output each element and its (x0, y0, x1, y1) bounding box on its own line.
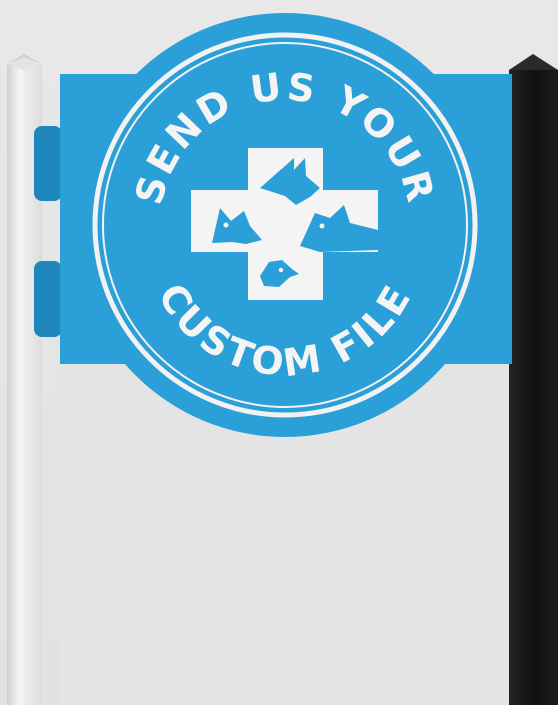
sign-mockup-illustration: SEND US YOUR CUSTOM FILE (0, 0, 558, 705)
right-post (509, 54, 558, 705)
sign-mockup-scene: SEND US YOUR CUSTOM FILE (0, 0, 558, 705)
